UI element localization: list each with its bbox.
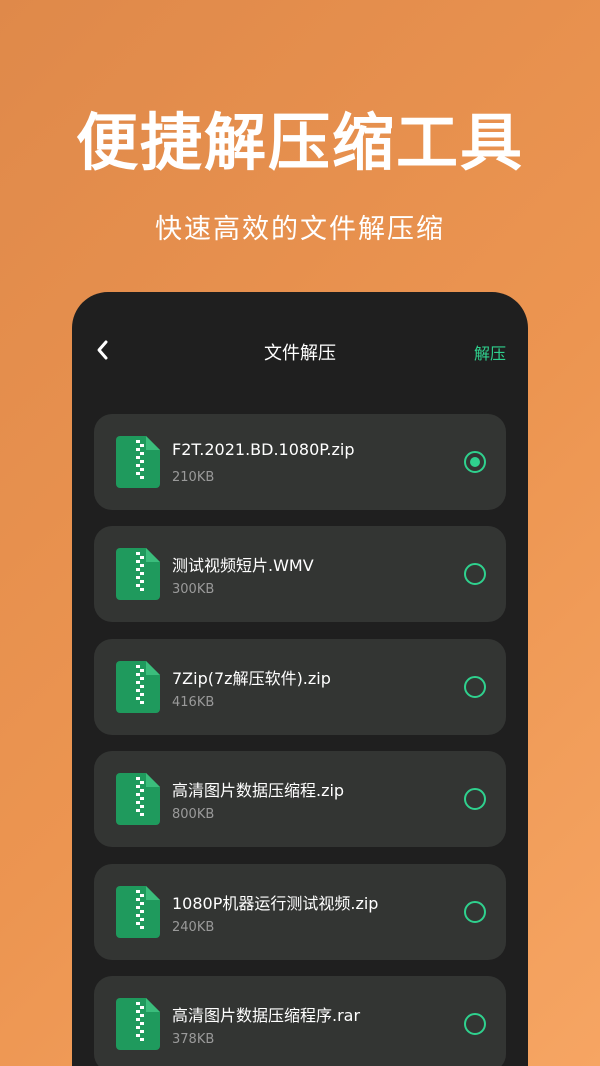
file-size: 416KB — [172, 695, 215, 710]
zip-file-icon — [116, 436, 160, 488]
promo-headline: 便捷解压缩工具 — [75, 106, 524, 179]
nav-bar: 文件解压 解压 — [72, 292, 528, 410]
file-item[interactable]: 测试视频短片.WMV 300KB — [94, 526, 506, 622]
phone-screen: 文件解压 解压 F2T.2021.BD.1080P.zip 210KB 测试视频… — [72, 292, 528, 1066]
zip-file-icon — [116, 773, 160, 825]
zip-file-icon — [116, 548, 160, 600]
file-item[interactable]: F2T.2021.BD.1080P.zip 210KB — [94, 414, 506, 510]
select-radio[interactable] — [464, 563, 486, 585]
select-radio[interactable] — [464, 901, 486, 923]
select-radio[interactable] — [464, 1013, 486, 1035]
file-item[interactable]: 高清图片数据压缩程序.rar 378KB — [94, 976, 506, 1066]
file-size: 240KB — [172, 920, 215, 935]
file-name: F2T.2021.BD.1080P.zip — [172, 440, 355, 459]
file-name: 测试视频短片.WMV — [172, 556, 314, 575]
extract-button[interactable]: 解压 — [474, 340, 506, 364]
zip-file-icon — [116, 661, 160, 713]
file-item[interactable]: 1080P机器运行测试视频.zip 240KB — [94, 864, 506, 960]
select-radio[interactable] — [464, 788, 486, 810]
select-radio[interactable] — [464, 676, 486, 698]
file-name: 高清图片数据压缩程.zip — [172, 781, 345, 800]
radio-dot — [470, 457, 480, 467]
file-size: 210KB — [172, 470, 215, 485]
promo-subline: 快速高效的文件解压缩 — [155, 214, 445, 245]
select-radio-checked[interactable] — [464, 451, 486, 473]
file-size: 800KB — [172, 807, 215, 822]
file-name: 1080P机器运行测试视频.zip — [172, 894, 379, 913]
file-item[interactable]: 高清图片数据压缩程.zip 800KB — [94, 751, 506, 847]
page-title: 文件解压 — [264, 343, 336, 364]
file-name: 7Zip(7z解压软件).zip — [172, 669, 331, 688]
file-name: 高清图片数据压缩程序.rar — [172, 1006, 361, 1025]
file-size: 300KB — [172, 582, 215, 597]
zip-file-icon — [116, 998, 160, 1050]
file-item[interactable]: 7Zip(7z解压软件).zip 416KB — [94, 639, 506, 735]
zip-file-icon — [116, 886, 160, 938]
file-size: 378KB — [172, 1032, 215, 1047]
